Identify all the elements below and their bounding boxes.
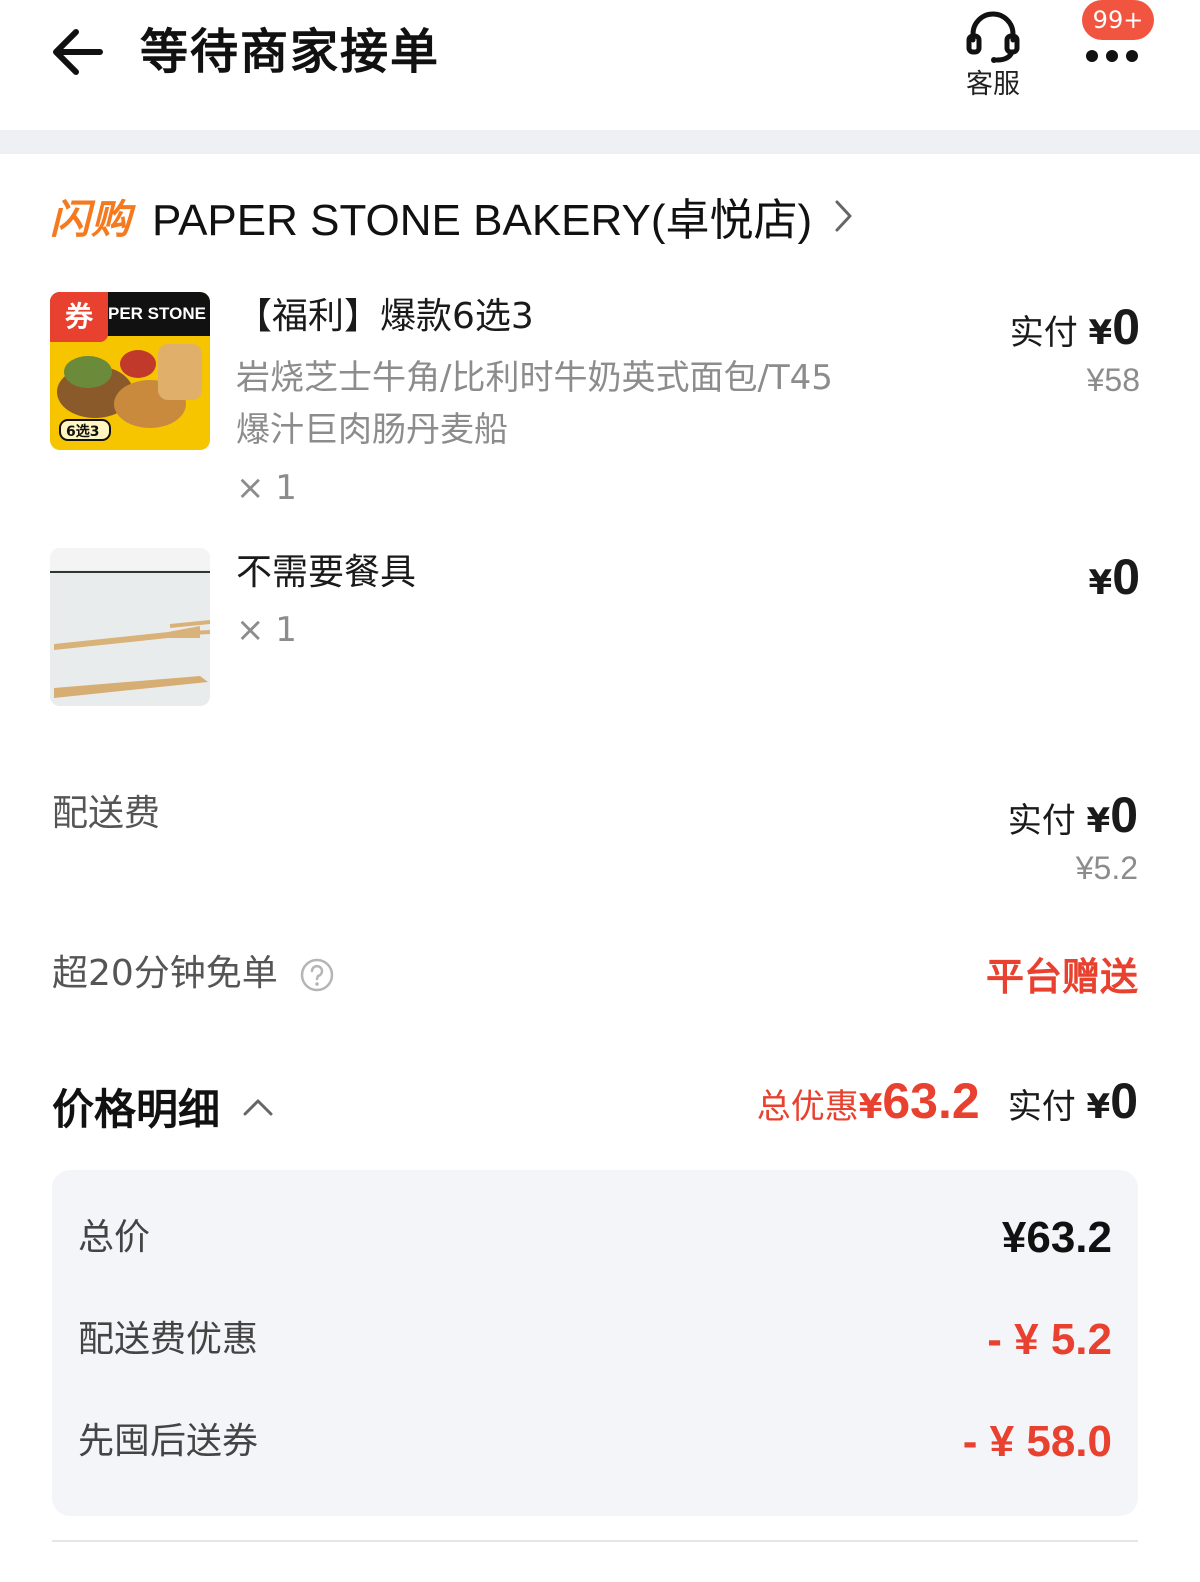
original-price: ¥5.2	[1075, 850, 1138, 886]
item-price: 实付 ¥0 ¥58	[1010, 298, 1140, 399]
price-detail-value: - ¥ 5.2	[987, 1315, 1112, 1364]
delivery-fee-price: 实付 ¥0 ¥5.2	[1008, 786, 1138, 887]
help-icon[interactable]	[299, 957, 335, 993]
paid-amount: ¥0	[1089, 548, 1140, 606]
store-name: PAPER STONE BAKERY(卓悦店)	[152, 196, 813, 245]
delivery-fee-label: 配送费	[52, 793, 161, 834]
price-summary: 总优惠 ¥ 63.2 实付 ¥0	[757, 1072, 1138, 1130]
price-detail-value: - ¥ 58.0	[962, 1417, 1112, 1466]
page-title: 等待商家接单	[140, 24, 441, 80]
item-quantity: × 1	[236, 468, 297, 508]
total-discount-label: 总优惠	[756, 1087, 859, 1127]
item-price: ¥0	[1089, 548, 1140, 606]
headset-icon	[966, 11, 1020, 63]
product-image: PER STONE 6选3 券	[50, 292, 210, 450]
paid-amount: 实付 ¥0	[1010, 298, 1140, 356]
arrow-left-icon	[53, 29, 103, 75]
paid-value: 0	[1110, 1073, 1138, 1129]
total-discount-value: 63.2	[882, 1073, 980, 1129]
free-order-row: 超20分钟免单	[52, 944, 335, 996]
item-description: 岩烧芝士牛角/比利时牛奶英式面包/T45 爆汁巨肉肠丹麦船	[236, 352, 936, 456]
header-divider	[0, 130, 1200, 154]
chevron-up-icon	[243, 1099, 273, 1115]
price-detail-label: 先囤后送券	[78, 1421, 259, 1462]
paid-value: 0	[1110, 787, 1138, 843]
notification-badge: 99+	[1082, 0, 1154, 40]
original-price: ¥58	[1086, 362, 1140, 398]
price-detail-label: 总价	[78, 1217, 151, 1258]
image-brand-text: PER STONE	[108, 304, 206, 323]
currency-symbol: ¥	[1086, 801, 1111, 841]
price-detail-value: ¥63.2	[1001, 1213, 1112, 1262]
item-quantity: × 1	[236, 610, 297, 650]
customer-service-button[interactable]: 客服	[955, 6, 1031, 106]
price-detail-toggle[interactable]: 价格明细	[52, 1076, 274, 1137]
paid-prefix: 实付	[1009, 313, 1078, 353]
item-description-line: 岩烧芝士牛角/比利时牛奶英式面包/T45	[236, 358, 833, 398]
item-title: 【福利】爆款6选3	[236, 296, 534, 337]
customer-service-label: 客服	[966, 69, 1020, 100]
item-description-line: 爆汁巨肉肠丹麦船	[236, 410, 508, 450]
currency-symbol: ¥	[1088, 563, 1113, 603]
price-detail-label: 配送费优惠	[78, 1319, 259, 1360]
price-detail-row: 总价 ¥63.2	[78, 1208, 1112, 1268]
price-detail-row: 配送费优惠 - ¥ 5.2	[78, 1310, 1112, 1370]
paid-amount: 实付 ¥0	[1008, 786, 1138, 844]
free-order-value: 平台赠送	[985, 955, 1138, 999]
image-tag-text: 6选3	[66, 424, 100, 440]
price-detail-row: 先囤后送券 - ¥ 58.0	[78, 1412, 1112, 1472]
section-divider	[52, 1540, 1138, 1542]
price-detail-panel: 总价 ¥63.2 配送费优惠 - ¥ 5.2 先囤后送券 - ¥ 58.0	[52, 1170, 1138, 1516]
paid-value: 0	[1112, 299, 1140, 355]
free-order-label: 超20分钟免单	[52, 953, 278, 994]
paid-value: 0	[1112, 549, 1140, 605]
coupon-tag: 券	[50, 292, 108, 342]
order-item[interactable]: PER STONE 6选3 券 【福利】爆款6选3 岩烧芝士牛角/比利时牛奶英式…	[50, 292, 1140, 512]
cutlery-thumbnail	[50, 548, 210, 706]
price-detail-title: 价格明细	[52, 1085, 221, 1134]
store-link[interactable]: 闪购 PAPER STONE BAKERY(卓悦店)	[50, 186, 854, 246]
currency-symbol: ¥	[1088, 313, 1113, 353]
order-item[interactable]: 不需要餐具 × 1 ¥0	[50, 548, 1140, 708]
top-bar: 等待商家接单 客服 99+	[0, 0, 1200, 130]
paid-amount: 实付 ¥0	[1008, 1072, 1138, 1130]
paid-prefix: 实付	[1007, 801, 1076, 841]
chevron-right-icon	[835, 200, 852, 232]
item-title: 不需要餐具	[236, 552, 417, 593]
currency-symbol: ¥	[858, 1087, 883, 1127]
back-button[interactable]	[48, 22, 108, 82]
product-image	[50, 548, 210, 706]
store-logo: 闪购	[50, 197, 132, 243]
paid-prefix: 实付	[1007, 1087, 1076, 1127]
currency-symbol: ¥	[1086, 1087, 1111, 1127]
